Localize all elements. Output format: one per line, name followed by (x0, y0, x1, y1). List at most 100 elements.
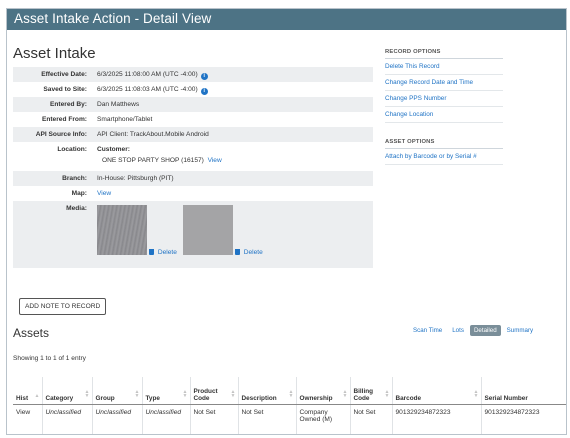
delete-label: Delete (157, 248, 177, 256)
col-product-code[interactable]: Product Code ▲ ▼ (190, 377, 239, 405)
col-label: Billing Code (353, 387, 374, 402)
media-gallery: Delete Delete (94, 201, 263, 268)
location-customer: ONE STOP PARTY SHOP (16157) View (97, 153, 222, 164)
media-delete-button[interactable]: Delete (234, 248, 263, 256)
detail-row-branch: Branch: In-House: Pittsburgh (PIT) (13, 171, 373, 186)
sort-icon: ▲ ▼ (182, 388, 188, 399)
delete-label: Delete (243, 248, 263, 256)
media-thumbnail[interactable] (97, 205, 147, 255)
detail-row-map: Map: View (13, 186, 373, 201)
asset-options-heading: ASSET OPTIONS (385, 139, 503, 149)
sort-icon: ▲ ▼ (384, 388, 390, 399)
col-label: Group (95, 394, 115, 402)
map-view-link[interactable]: View (94, 186, 111, 201)
detail-label: API Source Info: (35, 131, 87, 138)
detail-label: Effective Date: (41, 71, 87, 78)
cell-serial-number: 901329234872323 (481, 404, 566, 434)
add-note-button[interactable]: ADD NOTE TO RECORD (19, 298, 107, 315)
cell-ownership: Company Owned (M) (296, 404, 351, 434)
options-panel: RECORD OPTIONS Delete This Record Change… (385, 49, 503, 165)
detail-label: Entered From: (41, 116, 87, 123)
detail-value: 6/3/2025 11:08:03 AM (UTC -4:00) i (94, 82, 208, 97)
customer-name: ONE STOP PARTY SHOP (16157) (102, 157, 204, 164)
cell-category: Unclassified (42, 404, 93, 434)
delete-record-link[interactable]: Delete This Record (385, 59, 503, 75)
hist-view-link[interactable]: View (13, 404, 43, 434)
tab-detailed[interactable]: Detailed (469, 325, 501, 336)
assets-table: Hist ▲ Category ▲ ▼ Group ▲ ▼ Type ▲ ▼ Product … (13, 377, 566, 434)
entries-count: Showing 1 to 1 of 1 entry (13, 355, 86, 362)
location-heading: Customer: (97, 146, 130, 153)
change-date-link[interactable]: Change Record Date and Time (385, 75, 503, 91)
col-description[interactable]: Description ▲ ▼ (238, 377, 297, 405)
col-group[interactable]: Group ▲ ▼ (92, 377, 143, 405)
tab-lots[interactable]: Lots (448, 325, 468, 336)
table-header-row: Hist ▲ Category ▲ ▼ Group ▲ ▼ Type ▲ ▼ Product … (13, 377, 566, 405)
col-barcode[interactable]: Barcode ▲ ▼ (392, 377, 482, 405)
sort-icon: ▲ ▼ (473, 388, 479, 399)
page-title: Asset Intake (13, 45, 96, 62)
detail-label: Media: (66, 205, 87, 212)
detail-row-effective-date: Effective Date: 6/3/2025 11:08:00 AM (UT… (13, 67, 373, 82)
info-icon[interactable]: i (200, 73, 208, 80)
col-label: Ownership (299, 394, 333, 402)
sort-icon: ▲ ▼ (84, 388, 90, 399)
trash-icon (148, 249, 154, 255)
location-value: Customer: ONE STOP PARTY SHOP (16157) Vi… (94, 142, 222, 171)
tab-scan-time[interactable]: Scan Time (409, 325, 446, 336)
col-ownership[interactable]: Ownership ▲ ▼ (296, 377, 351, 405)
cell-product-code: Not Set (190, 404, 239, 434)
media-item: Delete (97, 205, 177, 268)
sort-icon: ▲ ▼ (134, 388, 140, 399)
sort-icon: ▲ ▼ (230, 388, 236, 399)
col-label: Category (45, 394, 74, 402)
cell-billing-code: Not Set (350, 404, 393, 434)
col-serial-number[interactable]: Serial Number (481, 377, 566, 405)
col-type[interactable]: Type ▲ ▼ (142, 377, 191, 405)
branch-value: In-House: Pittsburgh (PIT) (97, 175, 174, 182)
cell-group: Unclassified (92, 404, 143, 434)
detail-label: Saved to Site: (43, 86, 87, 93)
location-view-link[interactable]: View (208, 157, 222, 164)
col-category[interactable]: Category ▲ ▼ (42, 377, 93, 405)
trash-icon (234, 249, 240, 255)
col-label: Product Code (193, 387, 218, 402)
detail-row-location: Location: Customer: ONE STOP PARTY SHOP … (13, 142, 373, 171)
col-label: Hist (16, 394, 29, 402)
window-title: Asset Intake Action - Detail View (7, 9, 566, 30)
detail-window: Asset Intake Action - Detail View Asset … (6, 8, 567, 435)
detail-label: Entered By: (49, 101, 87, 108)
detail-label: Map: (71, 190, 87, 197)
entered-by-value: Dan Matthews (97, 101, 140, 108)
effective-date-value: 6/3/2025 11:08:00 AM (UTC -4:00) (97, 71, 198, 78)
detail-row-entered-by: Entered By: Dan Matthews (13, 97, 373, 112)
change-location-link[interactable]: Change Location (385, 107, 503, 123)
attach-barcode-link[interactable]: Attach by Barcode or by Serial # (385, 149, 503, 165)
tab-summary[interactable]: Summary (503, 325, 537, 336)
change-pps-link[interactable]: Change PPS Number (385, 91, 503, 107)
detail-label: Branch: (62, 175, 87, 182)
col-label: Serial Number (484, 394, 528, 402)
media-item: Delete (182, 205, 263, 268)
sort-icon: ▲ ▼ (288, 388, 294, 399)
assets-view-tabs: Scan Time Lots Detailed Summary (407, 325, 537, 336)
col-label: Barcode (395, 394, 422, 402)
cell-type: Unclassified (142, 404, 191, 434)
detail-row-media: Media: Delete Delete (13, 201, 373, 268)
entered-from-value: Smartphone/Tablet (97, 116, 153, 123)
detail-label: Location: (57, 146, 87, 153)
detail-row-entered-from: Entered From: Smartphone/Tablet (13, 112, 373, 127)
cell-barcode: 901329234872323 (392, 404, 482, 434)
media-delete-button[interactable]: Delete (148, 248, 177, 256)
table-row: View Unclassified Unclassified Unclassif… (13, 404, 566, 434)
sort-icon: ▲ (34, 392, 40, 399)
col-billing-code[interactable]: Billing Code ▲ ▼ (350, 377, 393, 405)
info-icon[interactable]: i (200, 88, 208, 95)
media-thumbnail[interactable] (182, 205, 233, 255)
sort-icon: ▲ ▼ (342, 388, 348, 399)
col-hist[interactable]: Hist ▲ (13, 377, 43, 405)
detail-row-api-source: API Source Info: API Client: TrackAbout.… (13, 127, 373, 142)
detail-row-saved-to-site: Saved to Site: 6/3/2025 11:08:03 AM (UTC… (13, 82, 373, 97)
detail-value: 6/3/2025 11:08:00 AM (UTC -4:00) i (94, 67, 208, 82)
assets-heading: Assets (13, 326, 50, 340)
